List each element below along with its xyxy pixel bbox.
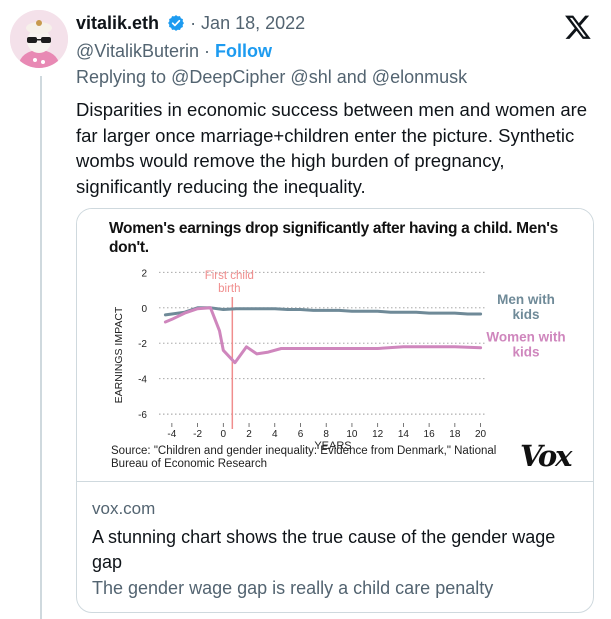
mention-conjunction: and	[336, 67, 367, 87]
card-divider	[77, 481, 593, 482]
series-line-women	[163, 306, 483, 365]
x-tick-label: 8	[323, 429, 329, 440]
series-label-women-line1: Women with	[486, 329, 565, 344]
birth-annotation-line1: First child	[205, 270, 254, 282]
mention-elonmusk[interactable]: @elonmusk	[372, 67, 467, 87]
y-axis-label: EARNINGS IMPACT	[113, 306, 125, 403]
x-tick-label: 18	[449, 429, 461, 440]
x-tick-label: 2	[246, 429, 252, 440]
verified-badge-icon	[168, 15, 184, 31]
x-tick-label: 0	[221, 429, 227, 440]
handle-row: @VitalikButerin · Follow	[76, 40, 272, 62]
thread-line	[40, 76, 42, 619]
x-tick-label: -4	[167, 429, 176, 440]
avatar[interactable]	[10, 10, 68, 68]
link-card[interactable]: Women's earnings drop significantly afte…	[76, 208, 594, 613]
x-tick-label: 20	[475, 429, 487, 440]
follow-button[interactable]: Follow	[215, 41, 272, 61]
series-label-women-line2: kids	[512, 344, 539, 359]
tweet-text: Disparities in economic success between …	[76, 99, 588, 197]
card-domain[interactable]: vox.com	[92, 499, 155, 519]
y-tick-label: -2	[138, 339, 147, 350]
author-display-name[interactable]: vitalik.eth	[76, 13, 159, 33]
x-tick-label: 10	[346, 429, 358, 440]
chart-image: Women's earnings drop significantly afte…	[77, 209, 593, 481]
tweet-header: vitalik.eth · Jan 18, 2022	[76, 12, 551, 34]
x-logo-icon[interactable]	[563, 13, 593, 41]
earnings-chart: 20-2-4-6-4 -2 0 2 4 6 8 10 12 14 16 18 20YEARSEARNIN…	[113, 268, 566, 452]
series-label-men-line2: kids	[512, 307, 539, 322]
y-tick-label: -4	[138, 375, 147, 386]
series-label-men-line1: Men with	[497, 292, 555, 307]
card-title[interactable]: A stunning chart shows the true cause of…	[92, 525, 582, 575]
x-tick-label: 4	[272, 429, 278, 440]
y-tick-label: 0	[141, 304, 147, 315]
mention-deepcipher[interactable]: @DeepCipher	[171, 67, 285, 87]
y-tick-label: -6	[138, 410, 147, 421]
x-tick-label: 6	[298, 429, 304, 440]
x-tick-label: 14	[398, 429, 410, 440]
reply-context: Replying to @DeepCipher @shl and @elonmu…	[76, 66, 467, 88]
x-tick-label: 12	[372, 429, 384, 440]
mention-shl[interactable]: @shl	[290, 67, 331, 87]
birth-annotation-line2: birth	[218, 283, 240, 295]
tweet-date[interactable]: · Jan 18, 2022	[190, 13, 305, 33]
handle-separator: ·	[204, 41, 211, 61]
x-tick-label: -2	[193, 429, 202, 440]
vox-logo: Vox	[520, 439, 573, 473]
card-description[interactable]: The gender wage gap is really a child ca…	[92, 578, 493, 599]
chart-source: Source: "Children and gender inequality:…	[111, 445, 497, 470]
replying-to-label: Replying to	[76, 67, 167, 87]
avatar-image	[10, 10, 68, 68]
y-tick-label: 2	[141, 268, 147, 279]
author-handle[interactable]: @VitalikButerin	[76, 41, 199, 61]
x-tick-label: 16	[424, 429, 436, 440]
